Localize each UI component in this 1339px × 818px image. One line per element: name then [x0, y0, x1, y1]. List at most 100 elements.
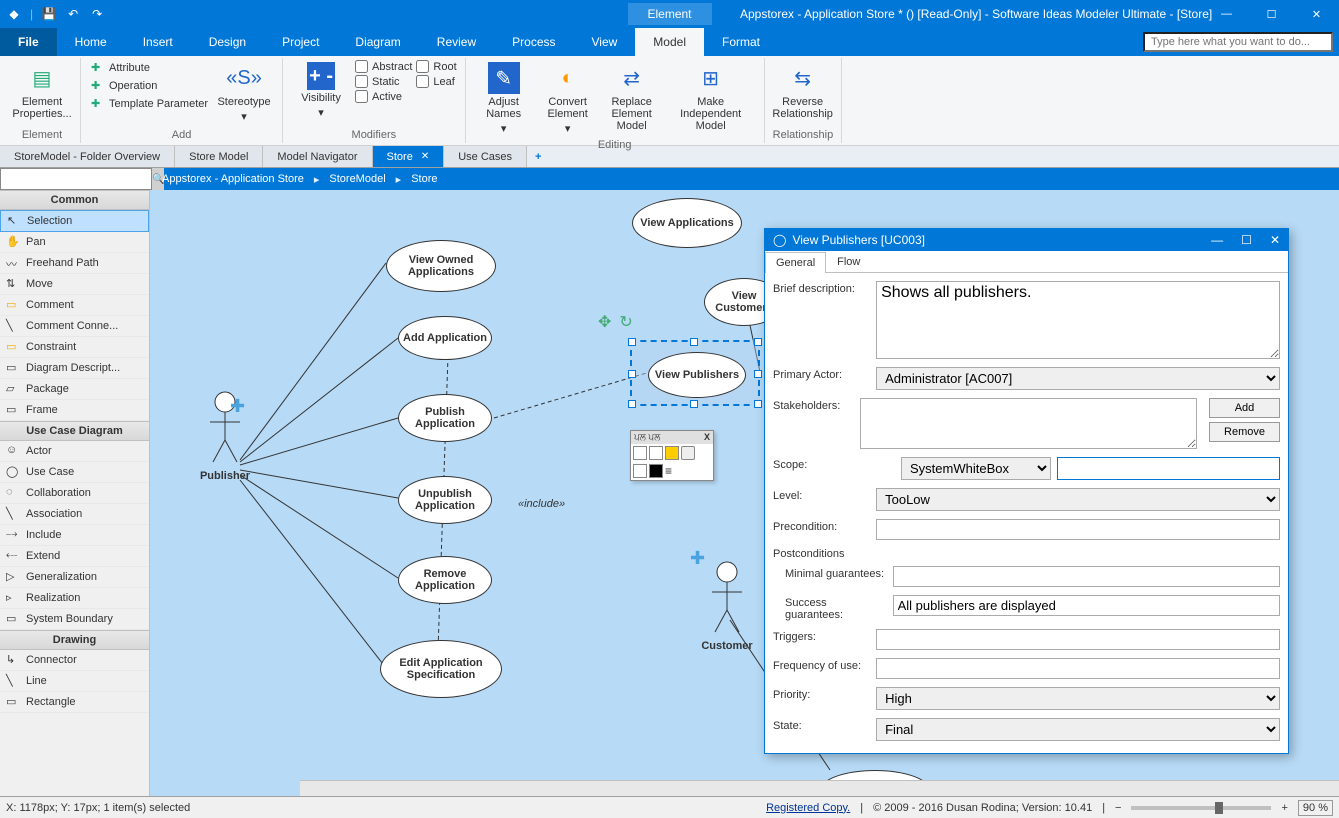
stakeholders-input[interactable] [860, 398, 1197, 449]
tool-move[interactable]: ⇅Move [0, 274, 149, 295]
dialog-tab-general[interactable]: General [765, 252, 826, 273]
close-button[interactable]: ✕ [1294, 0, 1339, 28]
tool-line[interactable]: ╲Line [0, 671, 149, 692]
resize-handle[interactable] [754, 400, 762, 408]
triggers-input[interactable] [876, 629, 1280, 650]
zoom-out-button[interactable]: − [1115, 802, 1121, 814]
menu-file[interactable]: File [0, 28, 57, 56]
adjust-names-button[interactable]: ✎Adjust Names▾ [474, 60, 534, 137]
actor-publisher[interactable]: Publisher [180, 390, 270, 482]
scope-select[interactable]: SystemWhiteBox [901, 457, 1051, 480]
brief-description-input[interactable]: Shows all publishers. [876, 281, 1280, 359]
active-checkbox[interactable]: Active [355, 90, 412, 103]
add-attribute-button[interactable]: ✚Attribute [89, 60, 210, 76]
doctab-store[interactable]: Store✕ [373, 146, 445, 167]
usecase-remove[interactable]: Remove Application [398, 556, 492, 604]
resize-handle[interactable] [628, 400, 636, 408]
primary-actor-select[interactable]: Administrator [AC007] [876, 367, 1280, 390]
zoom-slider[interactable] [1131, 806, 1271, 810]
tool-usecase[interactable]: ◯Use Case [0, 462, 149, 483]
menu-diagram[interactable]: Diagram [337, 28, 418, 56]
resize-handle[interactable] [628, 338, 636, 346]
maximize-button[interactable]: ☐ [1249, 0, 1294, 28]
usecase-add-app[interactable]: Add Application [398, 316, 492, 360]
make-independent-button[interactable]: ⊞Make Independent Model [666, 60, 756, 134]
add-operation-button[interactable]: ✚Operation [89, 78, 210, 94]
breadcrumb-item[interactable]: Store [411, 173, 437, 185]
stereotype-button[interactable]: «S»Stereotype▾ [214, 60, 274, 125]
min-guarantees-input[interactable] [893, 566, 1280, 587]
success-guarantees-input[interactable] [893, 595, 1280, 616]
redo-icon[interactable]: ↷ [89, 6, 105, 22]
tool-pan[interactable]: ✋Pan [0, 232, 149, 253]
doctab-use-cases[interactable]: Use Cases [444, 146, 527, 167]
menu-process[interactable]: Process [494, 28, 573, 56]
move-icon[interactable]: ✥ [598, 312, 611, 332]
menu-model[interactable]: Model [635, 28, 704, 56]
rotate-icon[interactable]: ↻ [619, 312, 632, 332]
priority-select[interactable]: High [876, 687, 1280, 710]
minimize-button[interactable]: — [1211, 233, 1223, 247]
menu-format[interactable]: Format [704, 28, 778, 56]
abstract-checkbox[interactable]: Abstract [355, 60, 412, 73]
tool-comment-connector[interactable]: ╲Comment Conne... [0, 316, 149, 337]
sidebar-search-input[interactable] [0, 168, 152, 190]
visibility-button[interactable]: + -Visibility▾ [291, 60, 351, 121]
state-select[interactable]: Final [876, 718, 1280, 741]
close-icon[interactable]: X [704, 432, 710, 443]
menu-project[interactable]: Project [264, 28, 337, 56]
reverse-relationship-button[interactable]: ⇆Reverse Relationship [773, 60, 833, 122]
menu-review[interactable]: Review [419, 28, 494, 56]
usecase-edit-spec[interactable]: Edit Application Specification [380, 640, 502, 698]
undo-icon[interactable]: ↶ [65, 6, 81, 22]
remove-stakeholder-button[interactable]: Remove [1209, 422, 1280, 442]
usecase-publish[interactable]: Publish Application [398, 394, 492, 442]
resize-handle[interactable] [690, 400, 698, 408]
resize-handle[interactable] [754, 370, 762, 378]
tool-realization[interactable]: ▹Realization [0, 588, 149, 609]
doctab-storemodel-overview[interactable]: StoreModel - Folder Overview [0, 146, 175, 167]
tool-freehand[interactable]: 〰Freehand Path [0, 253, 149, 274]
level-select[interactable]: TooLow [876, 488, 1280, 511]
menu-insert[interactable]: Insert [125, 28, 191, 56]
tool-diagram-desc[interactable]: ▭Diagram Descript... [0, 358, 149, 379]
add-tab-button[interactable]: + [527, 146, 549, 167]
tool-generalization[interactable]: ▷Generalization [0, 567, 149, 588]
tool-connector[interactable]: ↳Connector [0, 650, 149, 671]
breadcrumb-item[interactable]: Appstorex - Application Store [162, 173, 304, 185]
tool-constraint[interactable]: ▭Constraint [0, 337, 149, 358]
add-stakeholder-button[interactable]: Add [1209, 398, 1280, 418]
tool-association[interactable]: ╲Association [0, 504, 149, 525]
replace-model-button[interactable]: ⇄Replace Element Model [602, 60, 662, 134]
resize-handle[interactable] [690, 338, 698, 346]
close-button[interactable]: ✕ [1270, 233, 1280, 247]
tool-selection[interactable]: ↖Selection [0, 210, 149, 232]
style-palette[interactable]: ਪਲ ਪਲX ≡ [630, 430, 714, 481]
dialog-tab-flow[interactable]: Flow [826, 251, 871, 272]
minimize-button[interactable]: — [1204, 0, 1249, 28]
horizontal-scrollbar[interactable] [300, 780, 1339, 796]
tool-comment[interactable]: ▭Comment [0, 295, 149, 316]
usecase-unpublish[interactable]: Unpublish Application [398, 476, 492, 524]
element-properties-button[interactable]: ▤Element Properties... [12, 60, 72, 122]
zoom-value[interactable]: 90 % [1298, 800, 1333, 816]
tool-include[interactable]: ⤍Include [0, 525, 149, 546]
omnibox-search[interactable] [1143, 32, 1333, 52]
root-checkbox[interactable]: Root [416, 60, 456, 73]
leaf-checkbox[interactable]: Leaf [416, 75, 456, 88]
actor-customer[interactable]: Customer [682, 560, 772, 652]
precondition-input[interactable] [876, 519, 1280, 540]
tool-rectangle[interactable]: ▭Rectangle [0, 692, 149, 713]
menu-view[interactable]: View [574, 28, 636, 56]
add-template-param-button[interactable]: ✚Template Parameter [89, 96, 210, 112]
breadcrumb-item[interactable]: StoreModel [329, 173, 385, 185]
menu-home[interactable]: Home [57, 28, 125, 56]
tool-collaboration[interactable]: ◌Collaboration [0, 483, 149, 504]
plus-handle-icon[interactable]: ✚ [690, 548, 705, 569]
doctab-store-model[interactable]: Store Model [175, 146, 263, 167]
tool-package[interactable]: ▱Package [0, 379, 149, 400]
frequency-input[interactable] [876, 658, 1280, 679]
registered-link[interactable]: Registered Copy. [766, 802, 850, 814]
maximize-button[interactable]: ☐ [1241, 233, 1252, 247]
save-icon[interactable]: 💾 [41, 6, 57, 22]
